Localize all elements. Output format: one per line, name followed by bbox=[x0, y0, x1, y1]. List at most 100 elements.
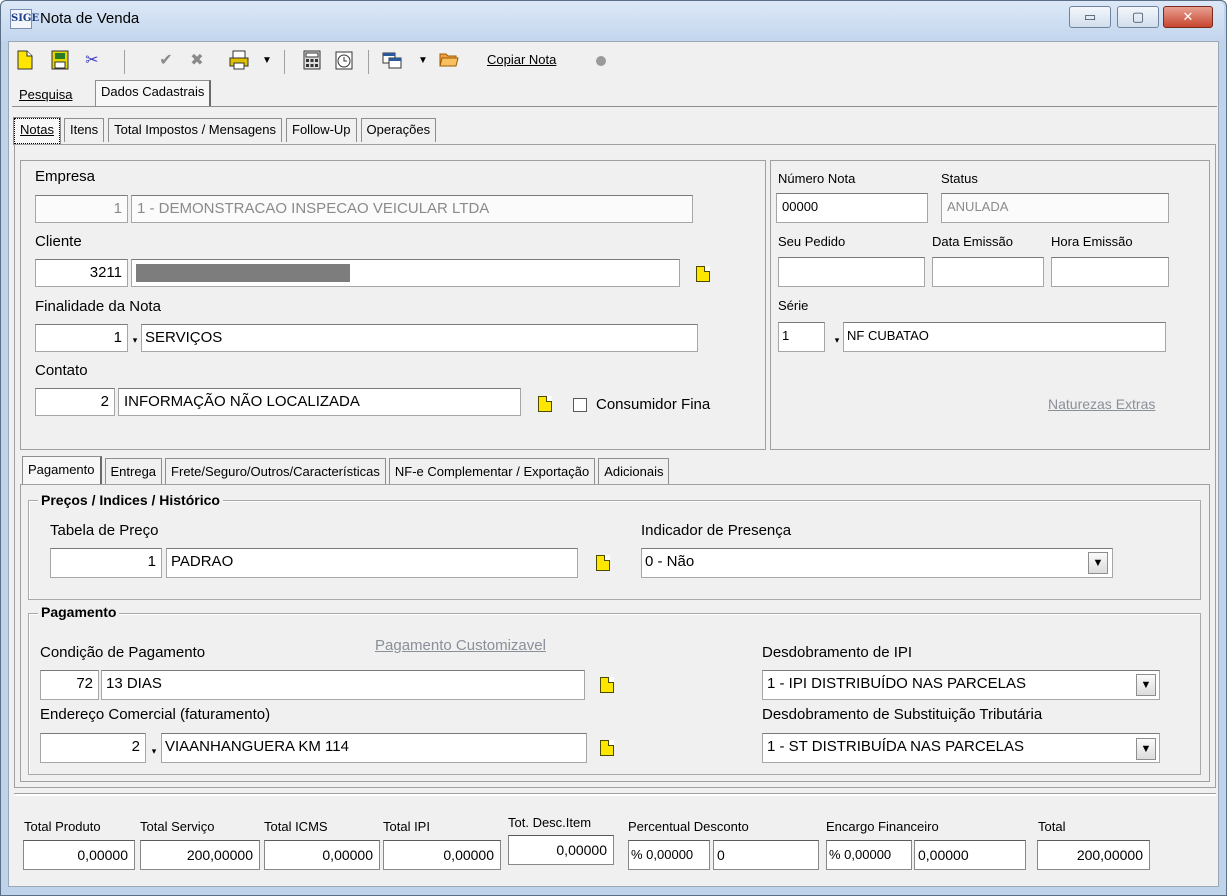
consumidor-final-checkbox[interactable] bbox=[573, 398, 587, 412]
naturezas-extras-link[interactable]: Naturezas Extras bbox=[1048, 396, 1155, 412]
consumidor-final-label: Consumidor Fina bbox=[596, 396, 711, 413]
empresa-name-field[interactable]: 1 - DEMONSTRACAO INSPECAO VEICULAR LTDA bbox=[131, 195, 693, 223]
serie-dropdown-icon[interactable]: ▾ bbox=[833, 336, 841, 345]
condicao-pagamento-code-field[interactable]: 72 bbox=[40, 670, 99, 700]
tot-desc-item-field[interactable]: 0,00000 bbox=[508, 835, 614, 865]
tab-total-impostos[interactable]: Total Impostos / Mensagens bbox=[108, 118, 283, 142]
endereco-comercial-code-field[interactable]: 2 bbox=[40, 733, 146, 763]
cancel-icon[interactable]: ✖ bbox=[186, 50, 208, 72]
close-icon: ✕ bbox=[1182, 9, 1194, 24]
contato-lookup-icon[interactable] bbox=[538, 396, 552, 412]
tab-adicionais[interactable]: Adicionais bbox=[598, 458, 670, 484]
precos-group-title: Preços / Indices / Histórico bbox=[38, 492, 223, 508]
indicador-presenca-dropdown-icon[interactable]: ▼ bbox=[1088, 552, 1108, 574]
hora-emissao-field[interactable] bbox=[1051, 257, 1169, 287]
status-field[interactable]: ANULADA bbox=[941, 193, 1169, 223]
finalidade-code-field[interactable]: 1 bbox=[35, 324, 128, 352]
cliente-lookup-icon[interactable] bbox=[696, 266, 710, 282]
sub-tab-strip: Notas Itens Total Impostos / Mensagens F… bbox=[13, 117, 437, 145]
hora-emissao-label: Hora Emissão bbox=[1051, 234, 1133, 249]
desdobramento-ipi-dropdown-icon[interactable]: ▼ bbox=[1136, 674, 1156, 696]
open-folder-icon[interactable] bbox=[438, 50, 460, 72]
total-field[interactable]: 200,00000 bbox=[1037, 840, 1150, 870]
tab-entrega-label: Entrega bbox=[110, 464, 157, 479]
tab-nfe-complementar-label: NF-e Complementar / Exportação bbox=[394, 464, 590, 479]
total-ipi-field[interactable]: 0,00000 bbox=[383, 840, 501, 870]
minimize-button[interactable]: ▭ bbox=[1069, 6, 1111, 28]
total-label: Total bbox=[1038, 819, 1066, 834]
title-bar[interactable] bbox=[1, 1, 1224, 41]
serie-value-field[interactable]: NF CUBATAO bbox=[843, 322, 1166, 352]
calculator-icon[interactable] bbox=[301, 50, 323, 72]
window-dropdown-icon[interactable]: ▼ bbox=[412, 50, 434, 72]
window-title: Nota de Venda bbox=[40, 10, 140, 27]
encargo-financeiro-label: Encargo Financeiro bbox=[826, 819, 939, 834]
tabela-preco-lookup-icon[interactable] bbox=[596, 555, 610, 571]
tab-pagamento[interactable]: Pagamento bbox=[22, 456, 102, 485]
print-dropdown-icon[interactable]: ▼ bbox=[256, 50, 278, 72]
percentual-desconto-pct-field[interactable]: % 0,00000 bbox=[628, 840, 710, 870]
encargo-financeiro-value-field[interactable]: 0,00000 bbox=[914, 840, 1026, 870]
desdobramento-st-dropdown-icon[interactable]: ▼ bbox=[1136, 738, 1156, 760]
contato-value-field[interactable]: INFORMAÇÃO NÃO LOCALIZADA bbox=[118, 388, 521, 416]
endereco-comercial-value-field[interactable]: VIAANHANGUERA KM 114 bbox=[161, 733, 587, 763]
desdobramento-st-label: Desdobramento de Substituição Tributária bbox=[762, 706, 1043, 723]
seu-pedido-field[interactable] bbox=[778, 257, 925, 287]
cut-icon[interactable]: ✂ bbox=[81, 50, 103, 72]
finalidade-dropdown-icon[interactable]: ▾ bbox=[131, 336, 139, 345]
total-produto-field[interactable]: 0,00000 bbox=[23, 840, 135, 870]
tab-itens[interactable]: Itens bbox=[63, 118, 105, 142]
condicao-pagamento-lookup-icon[interactable] bbox=[600, 677, 614, 693]
tab-frete-seguro[interactable]: Frete/Seguro/Outros/Características bbox=[165, 458, 386, 484]
status-label: Status bbox=[941, 171, 978, 186]
maximize-button[interactable]: ▢ bbox=[1117, 6, 1159, 28]
desdobramento-ipi-label: Desdobramento de IPI bbox=[762, 644, 913, 661]
app-icon: SIGE bbox=[10, 9, 39, 29]
total-servico-label: Total Serviço bbox=[140, 819, 215, 834]
tabela-preco-value-field[interactable]: PADRAO bbox=[166, 548, 578, 578]
encargo-financeiro-pct-field[interactable]: % 0,00000 bbox=[826, 840, 912, 870]
tab-entrega[interactable]: Entrega bbox=[104, 458, 163, 484]
serie-code-field[interactable]: 1 bbox=[778, 322, 825, 352]
close-button[interactable]: ✕ bbox=[1163, 6, 1213, 28]
serie-label: Série bbox=[778, 298, 809, 313]
tab-dados-cadastrais[interactable]: Dados Cadastrais bbox=[95, 80, 212, 107]
pagamento-group-title: Pagamento bbox=[38, 604, 120, 620]
total-servico-field[interactable]: 200,00000 bbox=[140, 840, 260, 870]
desdobramento-st-value: 1 - ST DISTRIBUÍDA NAS PARCELAS bbox=[767, 738, 1025, 755]
window-icon[interactable] bbox=[381, 50, 403, 72]
toolbar-separator bbox=[124, 50, 125, 74]
tab-notas[interactable]: Notas bbox=[13, 117, 61, 145]
data-emissao-field[interactable] bbox=[932, 257, 1044, 287]
condicao-pagamento-value-field[interactable]: 13 DIAS bbox=[101, 670, 585, 700]
numero-nota-field[interactable]: 00000 bbox=[776, 193, 928, 223]
endereco-comercial-lookup-icon[interactable] bbox=[600, 740, 614, 756]
tabela-preco-label: Tabela de Preço bbox=[50, 522, 159, 539]
tab-divider bbox=[12, 106, 1217, 107]
toolbar-separator bbox=[284, 50, 285, 74]
print-icon[interactable] bbox=[228, 50, 250, 72]
total-icms-field[interactable]: 0,00000 bbox=[264, 840, 380, 870]
tab-notas-label: Notas bbox=[20, 122, 54, 137]
indicador-presenca-select[interactable]: 0 - Não bbox=[641, 548, 1113, 578]
clock-icon[interactable] bbox=[333, 50, 355, 72]
tab-operacoes-label: Operações bbox=[366, 122, 431, 137]
copiar-nota-link[interactable]: Copiar Nota bbox=[487, 52, 556, 67]
cliente-code-field[interactable]: 3211 bbox=[35, 259, 128, 287]
confirm-icon[interactable]: ✔ bbox=[155, 50, 177, 72]
tab-follow-up[interactable]: Follow-Up bbox=[286, 118, 357, 142]
new-doc-icon[interactable] bbox=[14, 50, 36, 72]
tabela-preco-code-field[interactable]: 1 bbox=[50, 548, 162, 578]
endereco-comercial-dropdown-icon[interactable]: ▾ bbox=[150, 747, 158, 756]
tab-nfe-complementar[interactable]: NF-e Complementar / Exportação bbox=[388, 458, 596, 484]
desdobramento-st-select[interactable]: 1 - ST DISTRIBUÍDA NAS PARCELAS bbox=[762, 733, 1160, 763]
percentual-desconto-value-field[interactable]: 0 bbox=[713, 840, 819, 870]
finalidade-value-field[interactable]: SERVIÇOS bbox=[141, 324, 698, 352]
pagamento-customizavel-link[interactable]: Pagamento Customizavel bbox=[375, 637, 546, 654]
contato-code-field[interactable]: 2 bbox=[35, 388, 115, 416]
empresa-code-field[interactable]: 1 bbox=[35, 195, 128, 223]
save-icon[interactable] bbox=[49, 50, 71, 72]
tab-pesquisa[interactable]: Pesquisa bbox=[14, 84, 77, 106]
desdobramento-ipi-select[interactable]: 1 - IPI DISTRIBUÍDO NAS PARCELAS bbox=[762, 670, 1160, 700]
tab-operacoes[interactable]: Operações bbox=[360, 118, 437, 142]
